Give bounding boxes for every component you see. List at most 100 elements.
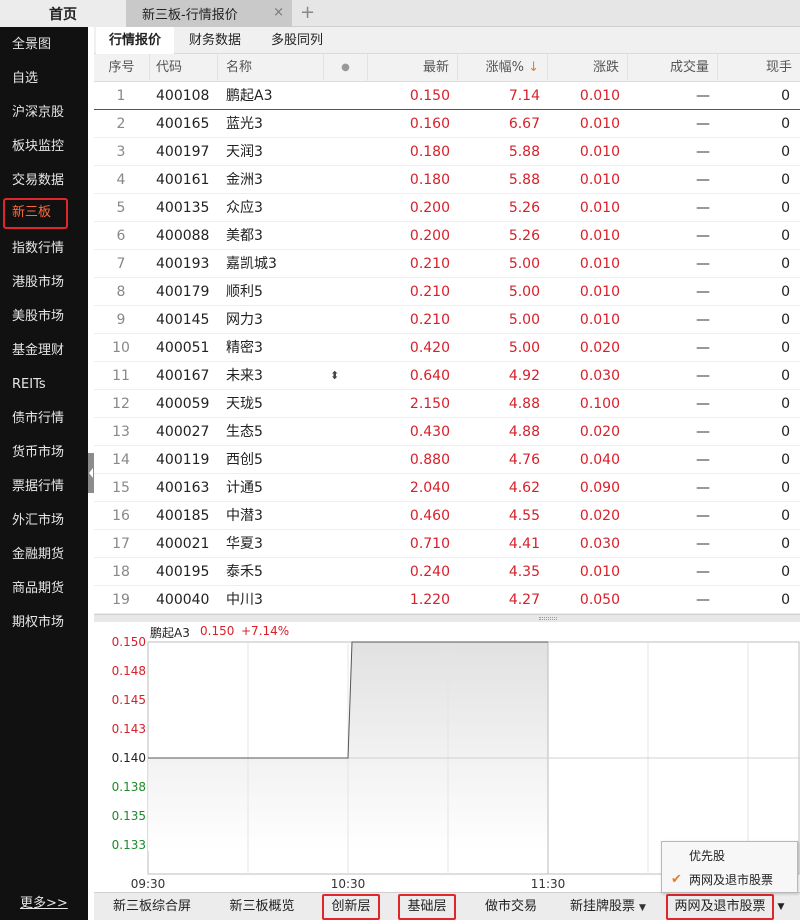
sidebar-item-hk-stocks[interactable]: 港股市场 [0, 268, 88, 298]
sidebar-more-link[interactable]: 更多>> [20, 892, 68, 911]
table-row[interactable]: 9400145网力30.2105.000.010—0 [94, 306, 800, 334]
table-row[interactable]: 18400195泰禾50.2404.350.010—0 [94, 558, 800, 586]
tab-neeq-quotes[interactable]: 新三板-行情报价 × [126, 0, 292, 27]
sidebar-item-sector-monitor[interactable]: 板块监控 [0, 132, 88, 162]
header-volume[interactable]: 成交量 [628, 54, 718, 82]
sidebar-item-money-market[interactable]: 货币市场 [0, 438, 88, 468]
row-current-lot: 0 [718, 558, 790, 586]
sidebar: 全景图 自选 沪深京股 板块监控 交易数据 新三板 指数行情 港股市场 美股市场… [0, 27, 88, 920]
row-last-price: 0.880 [368, 446, 450, 474]
table-row[interactable]: 17400021华夏30.7104.410.030—0 [94, 530, 800, 558]
row-name: 天珑5 [226, 390, 263, 418]
table-row[interactable]: 8400179顺利50.2105.000.010—0 [94, 278, 800, 306]
sidebar-item-reits[interactable]: REITs [0, 370, 88, 400]
tab-neeq-overview-screen[interactable]: 新三板综合屏 [102, 893, 202, 920]
tab-financials[interactable]: 财务数据 [178, 27, 252, 54]
tab-market-making[interactable]: 做市交易 [474, 893, 548, 920]
sidebar-item-panorama[interactable]: 全景图 [0, 30, 88, 60]
table-row[interactable]: 2400165蓝光30.1606.670.010—0 [94, 110, 800, 138]
tab-new-listings[interactable]: 新挂牌股票▼ [560, 893, 656, 920]
table-row[interactable]: 12400059天珑52.1504.880.100—0 [94, 390, 800, 418]
row-change: 0.020 [548, 334, 620, 362]
sidebar-item-forex[interactable]: 外汇市场 [0, 506, 88, 536]
row-change-pct: 4.88 [458, 418, 540, 446]
table-row[interactable]: 13400027生态50.4304.880.020—0 [94, 418, 800, 446]
chart-change: +7.14% [241, 624, 289, 638]
row-change: 0.010 [548, 194, 620, 222]
row-name: 华夏3 [226, 530, 263, 558]
pane-splitter[interactable] [94, 614, 800, 622]
row-last-price: 0.210 [368, 306, 450, 334]
tab-quotes[interactable]: 行情报价 [96, 27, 174, 54]
tab-innovation-tier[interactable]: 创新层 [322, 894, 380, 920]
tab-delisted-stocks[interactable]: 两网及退市股票 [666, 894, 774, 920]
row-volume: — [628, 474, 710, 502]
sidebar-item-funds[interactable]: 基金理财 [0, 336, 88, 366]
table-row[interactable]: 5400135众应30.2005.260.010—0 [94, 194, 800, 222]
menu-item-label: 两网及退市股票 [689, 873, 773, 887]
sidebar-item-commodity-futures[interactable]: 商品期货 [0, 574, 88, 604]
row-name: 中川3 [226, 586, 263, 614]
sidebar-item-watchlist[interactable]: 自选 [0, 64, 88, 94]
row-current-lot: 0 [718, 194, 790, 222]
row-volume: — [628, 446, 710, 474]
row-code: 400051 [156, 334, 209, 362]
x-tick-label: 10:30 [331, 877, 366, 891]
row-last-price: 0.420 [368, 334, 450, 362]
sidebar-item-index[interactable]: 指数行情 [0, 234, 88, 264]
menu-item-delisted-stocks[interactable]: ✔两网及退市股票 [662, 868, 797, 892]
row-change-pct: 4.62 [458, 474, 540, 502]
chevron-down-icon[interactable]: ▼ [774, 893, 788, 920]
bottom-tab-bar: 新三板综合屏 新三板概览 创新层 基础层 做市交易 新挂牌股票▼ 两网及退市股票… [94, 892, 800, 920]
row-last-price: 1.220 [368, 586, 450, 614]
sidebar-item-bills[interactable]: 票据行情 [0, 472, 88, 502]
header-last-price[interactable]: 最新 [368, 54, 458, 82]
row-volume: — [628, 82, 710, 110]
row-volume: — [628, 194, 710, 222]
tab-home[interactable]: 首页 [0, 0, 126, 27]
table-row[interactable]: 11400167未来30.6404.920.030—0⬍ [94, 362, 800, 390]
table-row[interactable]: 7400193嘉凯城30.2105.000.010—0 [94, 250, 800, 278]
row-change-pct: 4.41 [458, 530, 540, 558]
menu-item-preferred-stock[interactable]: 优先股 [662, 844, 797, 868]
sidebar-item-financial-futures[interactable]: 金融期货 [0, 540, 88, 570]
table-row[interactable]: 6400088美都30.2005.260.010—0 [94, 222, 800, 250]
close-tab-icon[interactable]: × [273, 5, 284, 20]
tab-multi-stock[interactable]: 多股同列 [260, 27, 334, 54]
row-volume: — [628, 418, 710, 446]
sidebar-item-trading-data[interactable]: 交易数据 [0, 166, 88, 196]
table-row[interactable]: 16400185中潜30.4604.550.020—0 [94, 502, 800, 530]
tab-basic-tier[interactable]: 基础层 [398, 894, 456, 920]
header-code[interactable]: 代码 [150, 54, 218, 82]
tab-neeq-overview[interactable]: 新三板概览 [218, 893, 306, 920]
header-marker-dot[interactable]: ● [324, 54, 368, 82]
header-change-pct[interactable]: 涨幅% ↓ [458, 54, 548, 82]
header-change[interactable]: 涨跌 [548, 54, 628, 82]
row-current-lot: 0 [718, 334, 790, 362]
sidebar-item-label: 基金理财 [12, 343, 64, 358]
splitter-grip-icon [539, 617, 557, 620]
table-row[interactable]: 1400108鹏起A30.1507.140.010—0 [94, 82, 800, 110]
header-current-lot[interactable]: 现手 [718, 54, 800, 82]
table-row[interactable]: 15400163计通52.0404.620.090—0 [94, 474, 800, 502]
sidebar-item-options[interactable]: 期权市场 [0, 608, 88, 638]
table-row[interactable]: 3400197天润30.1805.880.010—0 [94, 138, 800, 166]
table-row[interactable]: 10400051精密30.4205.000.020—0 [94, 334, 800, 362]
table-row[interactable]: 19400040中川31.2204.270.050—0 [94, 586, 800, 614]
row-name: 天润3 [226, 138, 263, 166]
header-index[interactable]: 序号 [94, 54, 150, 82]
table-row[interactable]: 14400119西创50.8804.760.040—0 [94, 446, 800, 474]
sidebar-item-a-shares[interactable]: 沪深京股 [0, 98, 88, 128]
row-name: 精密3 [226, 334, 263, 362]
active-highlight-frame [3, 198, 68, 229]
row-name: 西创5 [226, 446, 263, 474]
sidebar-item-us-stocks[interactable]: 美股市场 [0, 302, 88, 332]
table-row[interactable]: 4400161金洲30.1805.880.010—0 [94, 166, 800, 194]
sidebar-item-bonds[interactable]: 债市行情 [0, 404, 88, 434]
header-name[interactable]: 名称 [218, 54, 324, 82]
row-current-lot: 0 [718, 138, 790, 166]
sort-desc-icon: ↓ [528, 60, 539, 75]
row-last-price: 0.460 [368, 502, 450, 530]
add-tab-icon[interactable]: + [300, 2, 315, 23]
sidebar-item-neeq[interactable]: 新三板 [0, 198, 88, 228]
